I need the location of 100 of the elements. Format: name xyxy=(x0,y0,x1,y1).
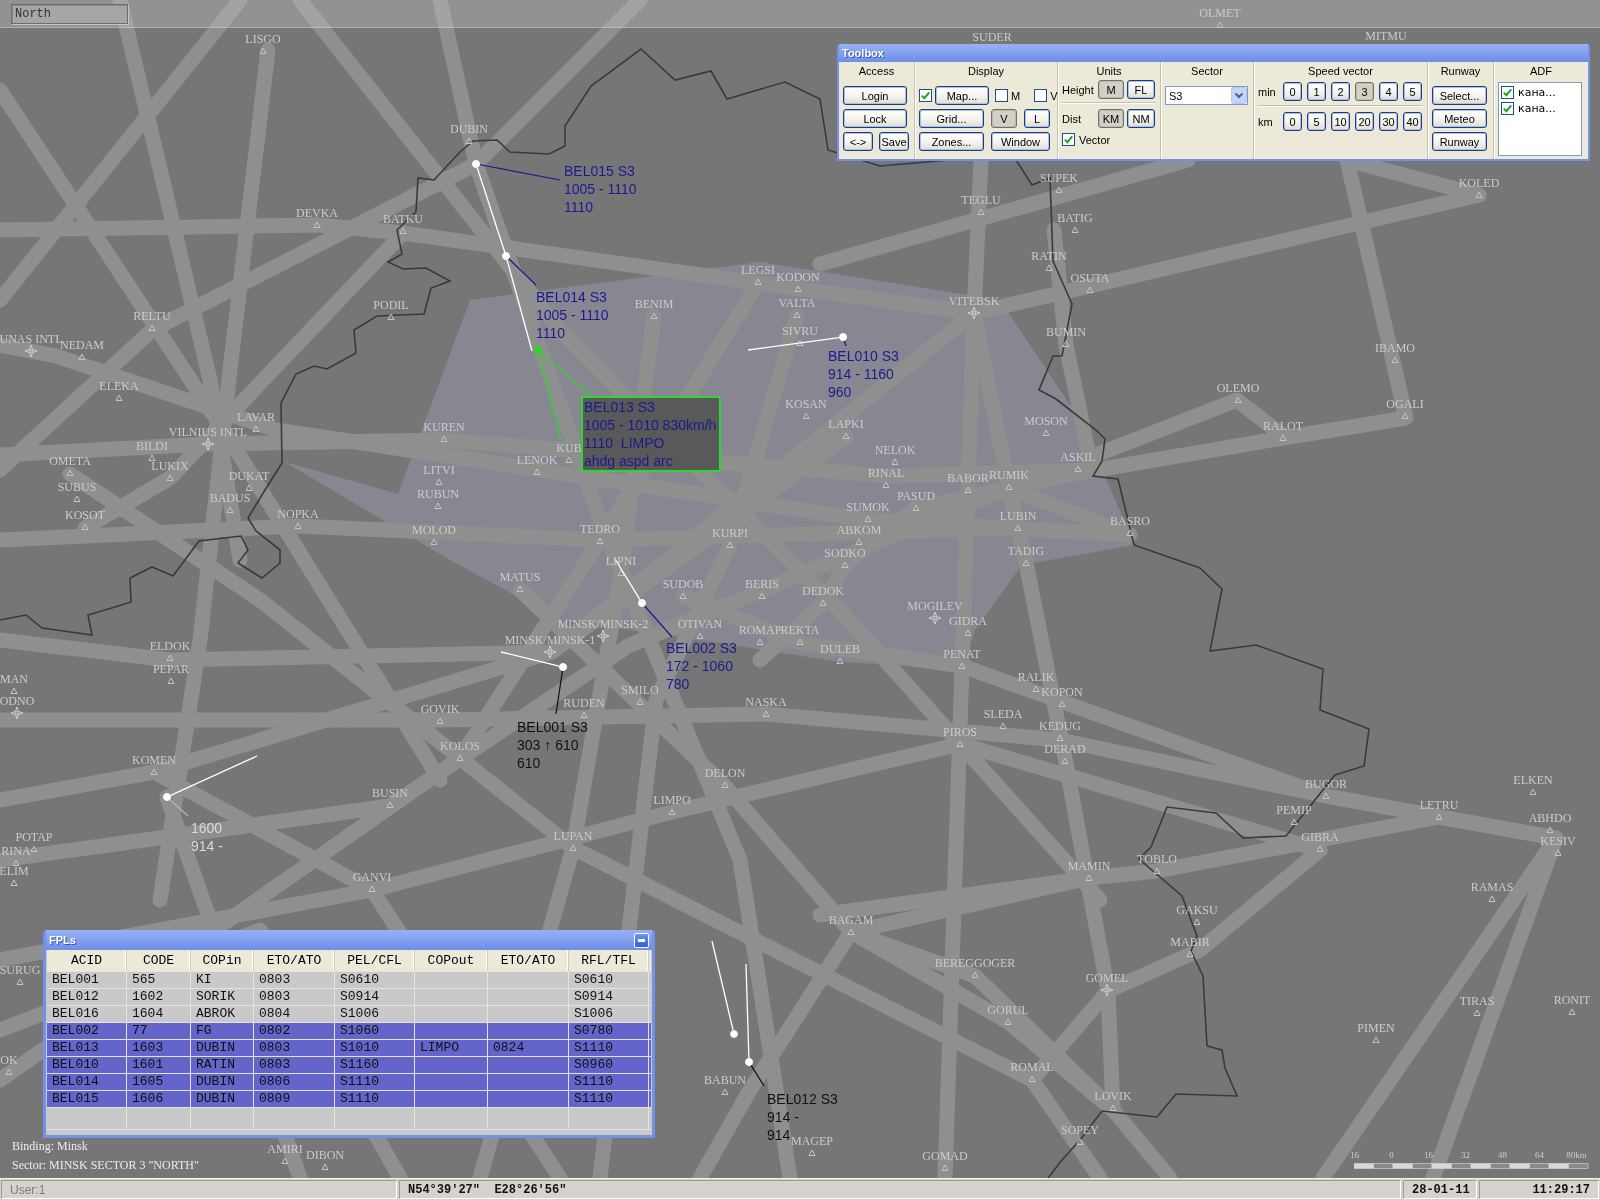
runway-button[interactable]: Select... xyxy=(1432,86,1487,105)
triangle-icon xyxy=(596,537,604,544)
triangle-icon xyxy=(167,677,175,684)
checkbox[interactable] xyxy=(995,89,1008,102)
waypoint-label: ABHDO xyxy=(1528,811,1572,825)
triangle-icon xyxy=(12,859,20,866)
waypoint-label: GOMAD xyxy=(922,1149,968,1163)
save-button[interactable]: Save xyxy=(879,132,909,151)
column-header[interactable]: PEL/CFL xyxy=(335,950,415,971)
sector-dropdown[interactable]: S3 xyxy=(1165,86,1248,105)
unit-button[interactable]: KM xyxy=(1098,109,1124,128)
table-cell: ABROK xyxy=(191,1006,254,1022)
zones-button[interactable]: Zones... xyxy=(919,132,984,151)
login-button[interactable]: Login xyxy=(843,86,907,105)
waypoint-label: OMETA xyxy=(49,454,91,468)
waypoint-label: ELIM xyxy=(0,864,29,878)
callsign-label: BEL013 S3 xyxy=(584,398,655,416)
triangle-icon xyxy=(754,278,762,285)
triangle-icon xyxy=(1372,1036,1380,1043)
waypoint-label: MINSK/MINSK-2 xyxy=(557,617,649,631)
column-header[interactable]: RFL/TFL xyxy=(569,950,649,971)
window-title: Toolbox xyxy=(842,47,884,59)
list-item[interactable]: кана... xyxy=(1501,102,1579,115)
track-data-label: 914 - xyxy=(191,837,223,855)
waypoint-label: DULEB xyxy=(820,642,860,656)
table-cell: S0610 xyxy=(569,972,649,988)
binding-label: Binding: Minsk xyxy=(12,1139,89,1153)
waypoint-label: DEVKA xyxy=(296,206,338,220)
table-row[interactable]: BEL002 77 FG 0802 S1060 S0780 xyxy=(47,1023,651,1040)
lock-button[interactable]: Lock xyxy=(843,109,907,128)
position-dot-icon xyxy=(730,1030,738,1038)
table-cell: 0803 xyxy=(254,989,335,1005)
waypoint-label: TEDRO xyxy=(580,522,620,536)
unit-button[interactable]: NM xyxy=(1127,109,1155,128)
checkbox[interactable] xyxy=(1034,89,1048,102)
waypoint-label: KOLED xyxy=(1458,176,1500,190)
column-header[interactable]: ACID xyxy=(47,950,127,971)
speed-vector-button[interactable]: 0 xyxy=(1283,82,1302,101)
triangle-icon xyxy=(956,740,964,747)
triangle-icon xyxy=(841,561,849,568)
table-cell: S1110 xyxy=(335,1091,415,1107)
runway-button[interactable]: Runway xyxy=(1432,132,1487,151)
window-button[interactable]: Window xyxy=(991,132,1050,151)
waypoint-label: TADIG xyxy=(1007,544,1045,558)
leader-line xyxy=(843,340,847,347)
column-header[interactable]: COPin xyxy=(191,950,254,971)
column-header[interactable]: ETO/ATO xyxy=(254,950,335,971)
table-row[interactable]: BEL010 1601 RATIN 0803 S1160 S0960 xyxy=(47,1057,651,1074)
speed-vector-button[interactable]: 0 xyxy=(1283,112,1302,131)
speed-vector-button[interactable]: 5 xyxy=(1307,112,1326,131)
triangle-icon xyxy=(166,474,174,481)
speed-vector-button[interactable]: 40 xyxy=(1403,112,1422,131)
table-cell: 77 xyxy=(127,1023,191,1039)
triangle-icon xyxy=(1153,867,1161,874)
speed-vector-button[interactable]: 3 xyxy=(1355,82,1374,101)
group-heading: ADF xyxy=(1530,64,1552,78)
speed-vector-button[interactable]: 30 xyxy=(1379,112,1398,131)
minimize-button[interactable] xyxy=(634,932,649,948)
column-header[interactable]: COPout xyxy=(415,950,488,971)
checkbox[interactable] xyxy=(1062,133,1075,146)
speed-vector-button[interactable]: 5 xyxy=(1403,82,1422,101)
checkbox[interactable] xyxy=(1501,102,1514,115)
waypoint-label: ABKOM xyxy=(836,523,882,537)
speed-vector-button[interactable]: 1 xyxy=(1307,82,1326,101)
table-row[interactable]: BEL001 565 KI 0803 S0610 S0610 xyxy=(47,972,651,989)
column-header[interactable]: ETO/ATO xyxy=(488,950,569,971)
table-row[interactable]: BEL015 1606 DUBIN 0809 S1110 S1110 xyxy=(47,1091,651,1108)
triangle-icon xyxy=(368,885,376,892)
waypoint-label: OLMET xyxy=(1199,6,1241,20)
table-row[interactable]: BEL013 1603 DUBIN 0803 S1010 LIMPO 0824 S1110 xyxy=(47,1040,651,1057)
toggle-button[interactable]: V xyxy=(991,109,1017,128)
table-row[interactable]: BEL012 1602 SORIK 0803 S0914 S0914 xyxy=(47,989,651,1006)
swap-button[interactable]: <-> xyxy=(843,132,873,151)
triangle-icon xyxy=(78,353,86,360)
track-data-label: 1005 - 1110 xyxy=(564,180,637,198)
triangle-icon xyxy=(435,478,443,485)
unit-button[interactable]: M xyxy=(1098,80,1124,99)
checkbox[interactable] xyxy=(919,89,932,102)
runway-button[interactable]: Meteo xyxy=(1432,109,1487,128)
waypoint-label: RELTU xyxy=(133,309,171,323)
waypoint-label: BUSIN xyxy=(372,786,408,800)
map-button[interactable]: Map... xyxy=(935,86,989,105)
speed-vector-button[interactable]: 2 xyxy=(1331,82,1350,101)
triangle-icon xyxy=(696,632,704,639)
star-icon xyxy=(543,645,557,659)
table-row[interactable]: BEL014 1605 DUBIN 0806 S1110 S1110 xyxy=(47,1074,651,1091)
table-row[interactable]: BEL016 1604 ABROK 0804 S1006 S1006 xyxy=(47,1006,651,1023)
speed-vector-button[interactable]: 20 xyxy=(1355,112,1374,131)
column-header[interactable]: CODE xyxy=(127,950,191,971)
waypoint-label: OTIVAN xyxy=(677,617,723,631)
toggle-button[interactable]: L xyxy=(1024,109,1050,128)
grid-button[interactable]: Grid... xyxy=(919,109,984,128)
unit-button[interactable]: FL xyxy=(1127,80,1155,99)
speed-vector-button[interactable]: 10 xyxy=(1331,112,1350,131)
checkbox[interactable] xyxy=(1501,86,1514,99)
list-item[interactable]: кана... xyxy=(1501,86,1579,99)
star-icon xyxy=(928,611,942,625)
speed-vector-button[interactable]: 4 xyxy=(1379,82,1398,101)
waypoint-label: PEPAR xyxy=(152,662,190,676)
leader-line xyxy=(508,258,537,286)
